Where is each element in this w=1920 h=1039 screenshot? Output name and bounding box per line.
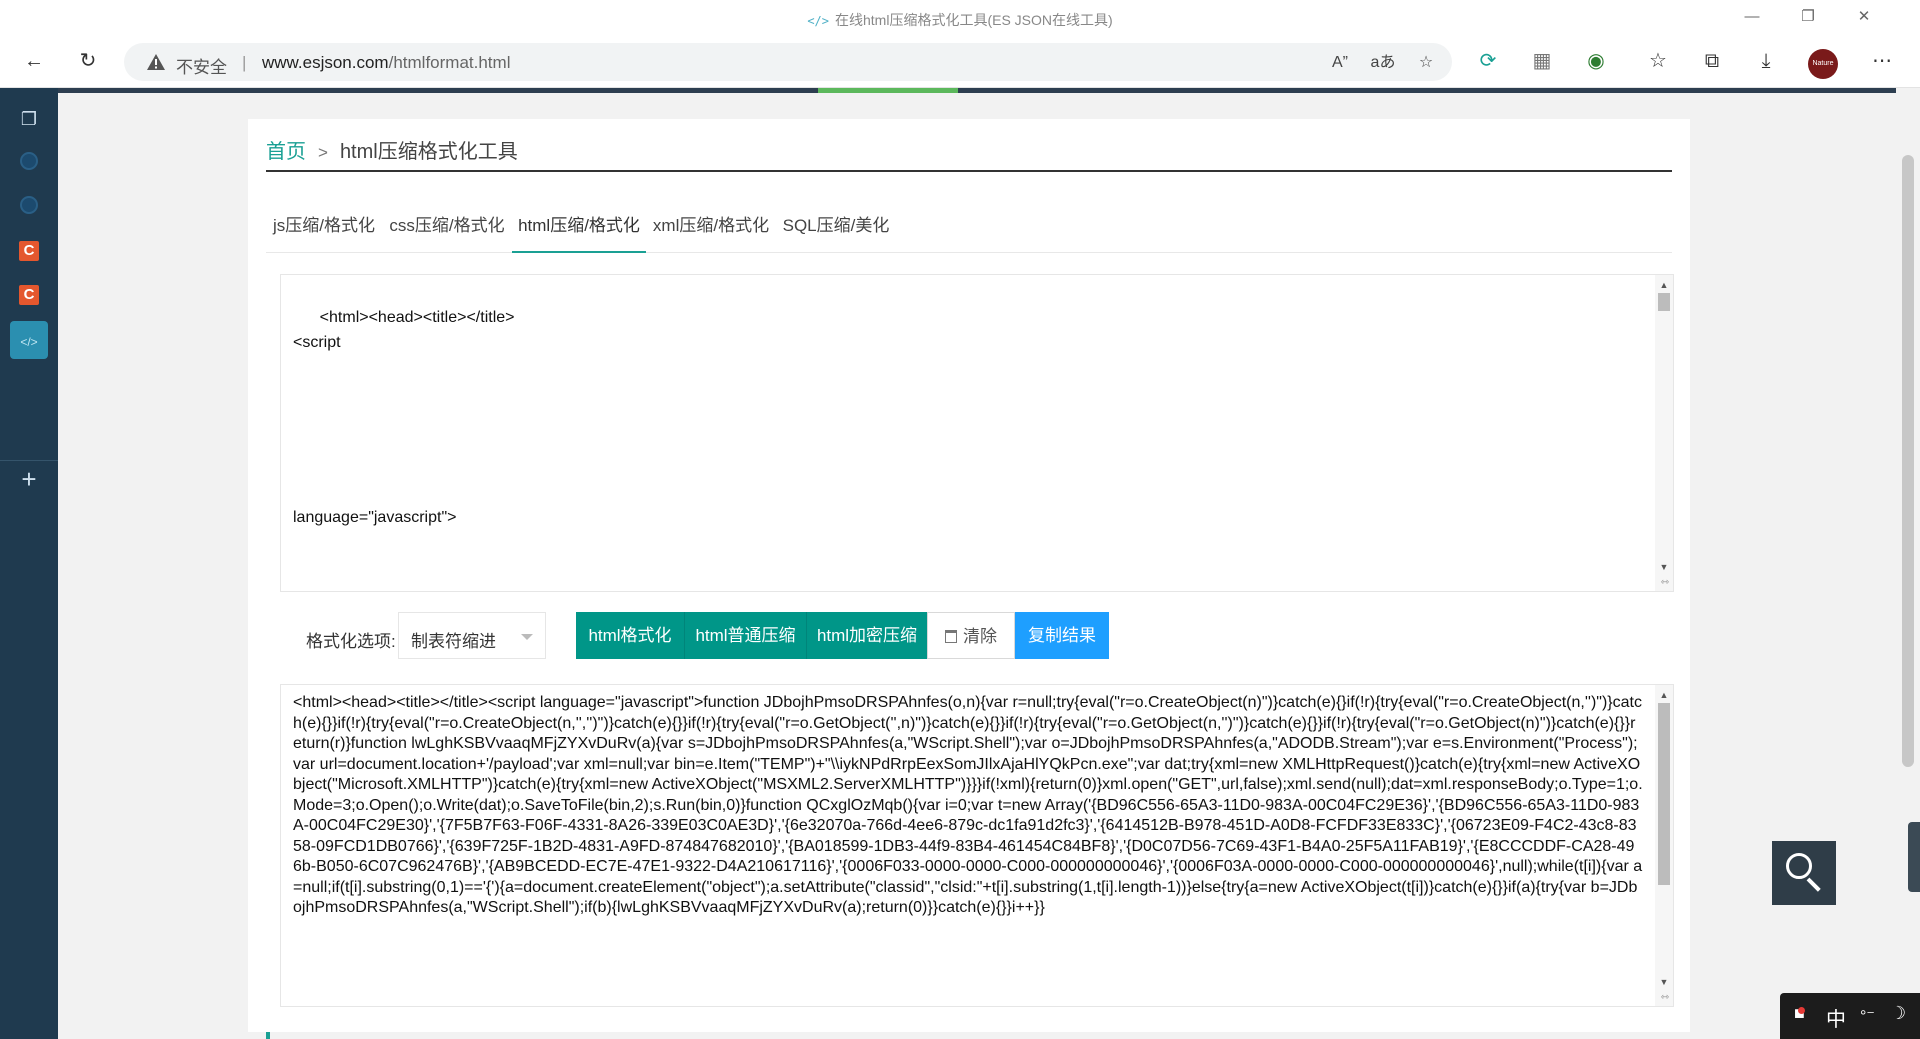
tab-css[interactable]: css压缩/格式化 (382, 211, 512, 253)
new-tab-plus-icon[interactable]: + (10, 460, 48, 498)
window-title-text: 在线html压缩格式化工具(ES JSON在线工具) (835, 12, 1113, 28)
collections-icon[interactable]: ⧉ (1694, 43, 1730, 79)
html-input-textarea[interactable]: <html><head><title></title> <script lang… (280, 274, 1674, 592)
scroll-down-arrow-icon[interactable]: ▼ (1655, 559, 1673, 575)
profile-avatar[interactable]: Nature (1808, 49, 1838, 79)
translate-icon[interactable]: aあ (1369, 49, 1397, 77)
scroll-up-arrow-icon[interactable]: ▲ (1655, 277, 1673, 293)
restore-button[interactable]: ❐ (1780, 0, 1836, 34)
tab-js[interactable]: js压缩/格式化 (266, 211, 382, 253)
sidebar-tab-2[interactable] (10, 186, 48, 224)
loading-circle-icon (20, 152, 38, 170)
input-text: <html><head><title></title> <script lang… (293, 309, 515, 526)
indent-select[interactable]: 制表符缩进 (398, 612, 546, 659)
html-output-textarea[interactable]: <html><head><title></title><script langu… (280, 684, 1674, 1007)
format-options-label: 格式化选项: (306, 632, 396, 651)
close-window-button[interactable]: ✕ (1836, 0, 1892, 34)
code-icon: </> (20, 335, 38, 349)
add-favorite-icon[interactable]: ☆ (1412, 49, 1440, 77)
sidebar-tab-1[interactable] (10, 142, 48, 180)
read-aloud-icon[interactable]: A” (1326, 49, 1354, 77)
address-bar[interactable]: 不安全 | www.esjson.com/htmlformat.html A” … (124, 43, 1452, 81)
c-logo-icon: C (19, 285, 39, 305)
scroll-up-arrow-icon[interactable]: ▲ (1655, 687, 1673, 703)
breadcrumb: 首页 > html压缩格式化工具 (266, 135, 518, 164)
url-path: /htmlformat.html (388, 53, 511, 72)
extension-sync-icon[interactable]: ⟳ (1470, 43, 1506, 79)
tab-html[interactable]: html压缩/格式化 (512, 211, 646, 253)
favorites-icon[interactable]: ☆ (1640, 43, 1676, 79)
indent-select-value: 制表符缩进 (411, 632, 496, 651)
tab-actions-icon[interactable]: ❐ (10, 100, 48, 138)
input-scrollbar[interactable]: ▲ ▼ (1655, 275, 1673, 591)
refresh-icon[interactable]: ↻ (70, 43, 106, 79)
floating-search-button[interactable] (1772, 841, 1836, 905)
url-host: www.esjson.com (262, 53, 389, 72)
scroll-down-arrow-icon[interactable]: ▼ (1655, 974, 1673, 990)
extension-puzzle-icon[interactable]: ▦ (1524, 43, 1560, 79)
url-text[interactable]: www.esjson.com/htmlformat.html (262, 53, 510, 73)
search-icon (1786, 853, 1812, 879)
tool-panel: 首页 > html压缩格式化工具 js压缩/格式化 css压缩/格式化 html压缩… (248, 119, 1690, 1039)
window-title: </> 在线html压缩格式化工具(ES JSON在线工具) (0, 10, 1920, 30)
chevron-down-icon (521, 634, 533, 640)
trash-icon (945, 630, 957, 643)
output-text: <html><head><title></title><script langu… (293, 694, 1643, 916)
warning-icon (147, 54, 165, 70)
breadcrumb-current: html压缩格式化工具 (339, 141, 518, 163)
window-titlebar: </> 在线html压缩格式化工具(ES JSON在线工具) — ❐ ✕ (0, 0, 1920, 34)
breadcrumb-separator: > (318, 143, 328, 162)
sidebar-tab-4[interactable]: C (10, 276, 48, 314)
back-arrow-icon[interactable]: ← (16, 43, 52, 79)
breadcrumb-divider (266, 170, 1672, 172)
minimize-button[interactable]: — (1724, 0, 1780, 34)
clear-button-label: 清除 (963, 627, 997, 646)
resize-grip-icon[interactable]: ⇿ (1659, 577, 1671, 589)
tab-xml[interactable]: xml压缩/格式化 (646, 211, 776, 253)
browser-sidebar: ❐ C C </> + (0, 88, 58, 1039)
html-compress-button[interactable]: html普通压缩 (684, 612, 806, 659)
tool-tabs: js压缩/格式化 css压缩/格式化 html压缩/格式化 xml压缩/格式化 … (266, 211, 1672, 253)
page-scrollbar[interactable] (1896, 93, 1920, 1039)
code-icon: </> (807, 14, 829, 28)
breadcrumb-home-link[interactable]: 首页 (266, 141, 306, 163)
ime-indicator[interactable]: 中 (1826, 1003, 1846, 1032)
browser-toolbar: ← ↻ 不安全 | www.esjson.com/htmlformat.html… (0, 34, 1920, 88)
edge-handle[interactable] (1908, 822, 1920, 892)
more-menu-icon[interactable]: ⋯ (1864, 43, 1900, 79)
extension-globe-icon[interactable]: ◉ (1578, 43, 1614, 79)
output-scrollbar[interactable]: ▲ ▼ (1655, 685, 1673, 1006)
html-format-button[interactable]: html格式化 (576, 612, 684, 659)
clear-button[interactable]: 清除 (927, 612, 1015, 659)
html-encrypt-compress-button[interactable]: html加密压缩 (806, 612, 927, 659)
key-icon[interactable]: °⁻ (1860, 1006, 1875, 1026)
security-label[interactable]: 不安全 (176, 53, 227, 78)
tab-sql[interactable]: SQL压缩/美化 (776, 211, 896, 253)
download-icon[interactable]: ⤓ (1748, 43, 1784, 79)
loading-circle-icon (20, 196, 38, 214)
sidebar-tab-3[interactable]: C (10, 232, 48, 270)
sidebar-tab-active[interactable]: </> (10, 321, 48, 359)
system-tray: ■ 中 °⁻ ☽ (1780, 993, 1920, 1039)
copy-result-button[interactable]: 复制结果 (1015, 612, 1109, 659)
resize-grip-icon[interactable]: ⇿ (1659, 992, 1671, 1004)
moon-icon[interactable]: ☽ (1890, 1003, 1906, 1024)
c-logo-icon: C (19, 241, 39, 261)
